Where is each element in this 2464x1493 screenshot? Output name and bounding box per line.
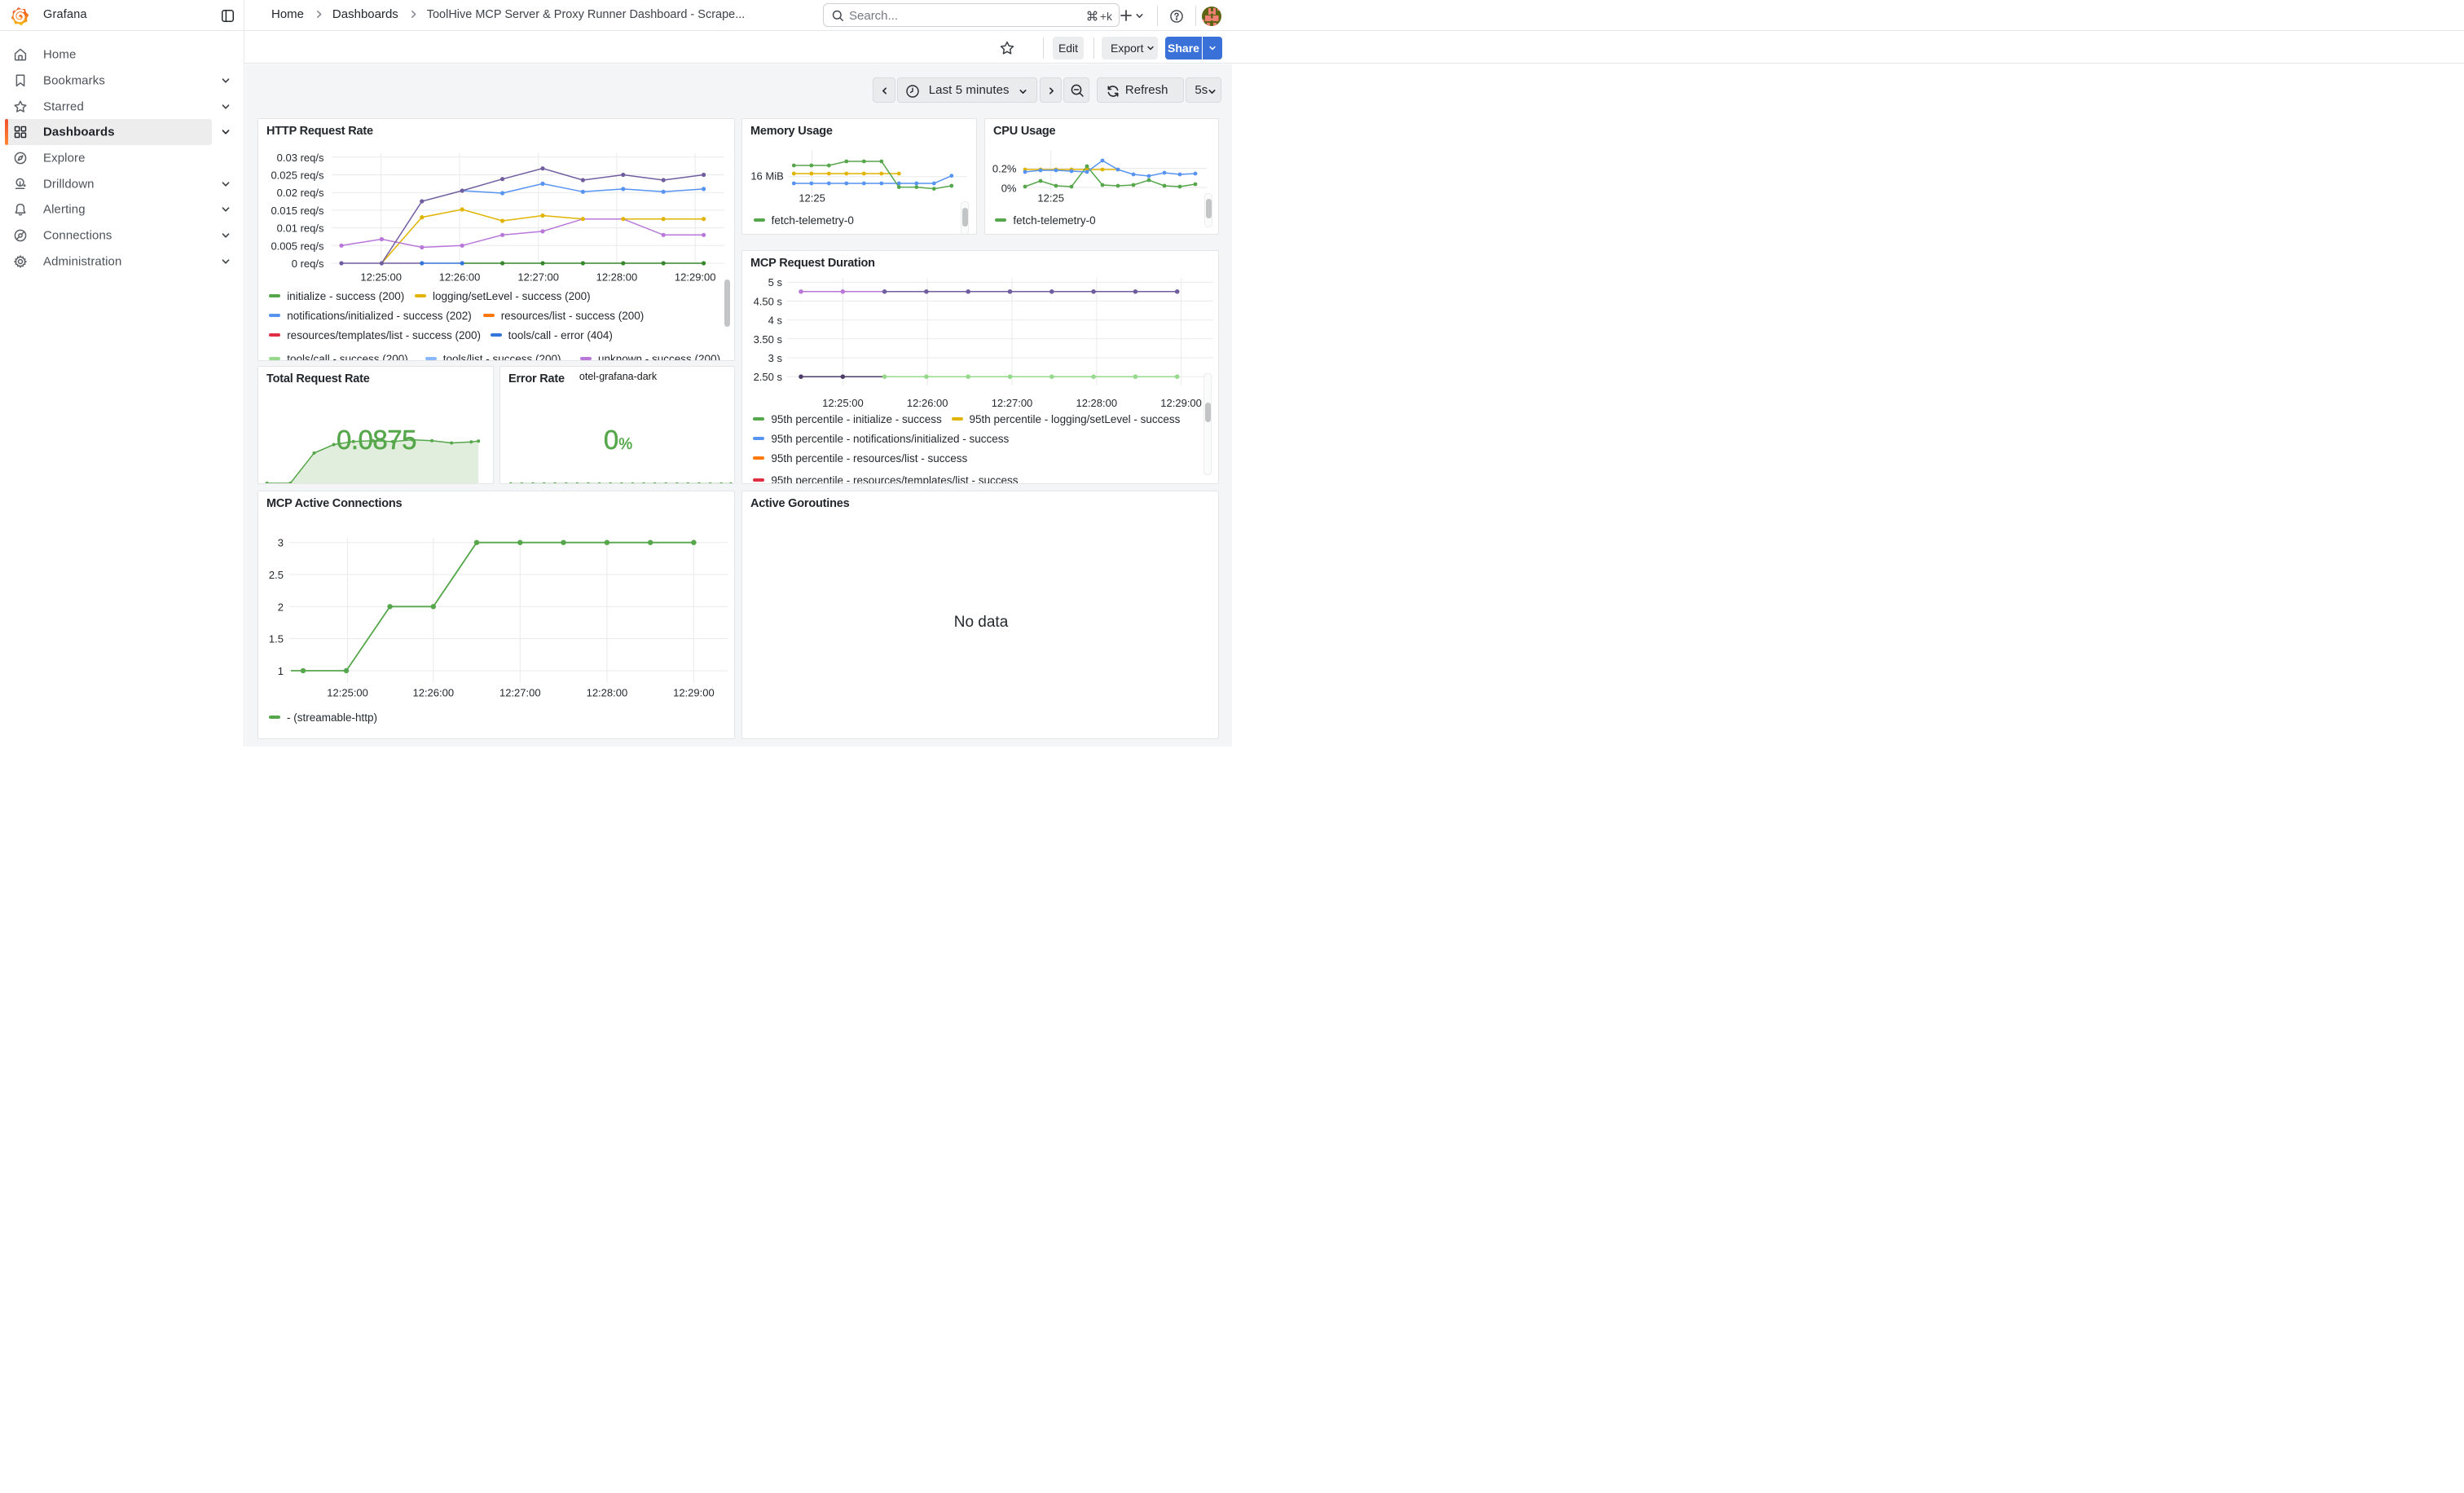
svg-text:12:26:00: 12:26:00 xyxy=(907,397,948,409)
svg-text:4 s: 4 s xyxy=(768,315,783,327)
svg-text:12:25:00: 12:25:00 xyxy=(327,687,368,699)
svg-text:12:26:00: 12:26:00 xyxy=(439,271,481,284)
svg-text:12:28:00: 12:28:00 xyxy=(587,687,628,699)
svg-text:12:29:00: 12:29:00 xyxy=(1160,397,1202,409)
svg-text:2.5: 2.5 xyxy=(269,569,284,581)
svg-text:12:28:00: 12:28:00 xyxy=(1076,397,1117,409)
svg-text:2: 2 xyxy=(278,601,284,613)
svg-text:12:27:00: 12:27:00 xyxy=(499,687,541,699)
svg-text:12:25:00: 12:25:00 xyxy=(360,271,402,284)
svg-text:1: 1 xyxy=(278,665,284,677)
svg-text:4.50 s: 4.50 s xyxy=(754,295,783,307)
svg-text:12:26:00: 12:26:00 xyxy=(412,687,454,699)
svg-text:12:28:00: 12:28:00 xyxy=(596,271,638,284)
svg-text:12:25:00: 12:25:00 xyxy=(822,397,864,409)
svg-text:0.2%: 0.2% xyxy=(992,163,1017,175)
svg-text:3 s: 3 s xyxy=(768,352,783,364)
svg-text:0%: 0% xyxy=(1001,182,1017,194)
svg-text:12:29:00: 12:29:00 xyxy=(673,687,715,699)
svg-text:3: 3 xyxy=(278,537,284,549)
svg-text:12:27:00: 12:27:00 xyxy=(992,397,1033,409)
svg-text:0.02 req/s: 0.02 req/s xyxy=(277,187,324,199)
svg-text:1.5: 1.5 xyxy=(269,633,284,645)
svg-text:2.50 s: 2.50 s xyxy=(754,371,783,383)
svg-text:5 s: 5 s xyxy=(768,276,783,288)
svg-text:3.50 s: 3.50 s xyxy=(754,333,783,346)
svg-text:0.03 req/s: 0.03 req/s xyxy=(277,152,324,164)
svg-text:12:25: 12:25 xyxy=(799,192,825,205)
svg-text:0.005 req/s: 0.005 req/s xyxy=(271,240,324,252)
svg-text:16 MiB: 16 MiB xyxy=(750,170,783,182)
svg-text:12:27:00: 12:27:00 xyxy=(517,271,559,284)
svg-text:12:25: 12:25 xyxy=(1037,192,1064,205)
svg-text:0.015 req/s: 0.015 req/s xyxy=(271,205,324,217)
svg-text:0.025 req/s: 0.025 req/s xyxy=(271,170,324,182)
svg-text:0.01 req/s: 0.01 req/s xyxy=(277,222,324,235)
svg-text:12:29:00: 12:29:00 xyxy=(675,271,716,284)
svg-text:0 req/s: 0 req/s xyxy=(292,258,324,270)
